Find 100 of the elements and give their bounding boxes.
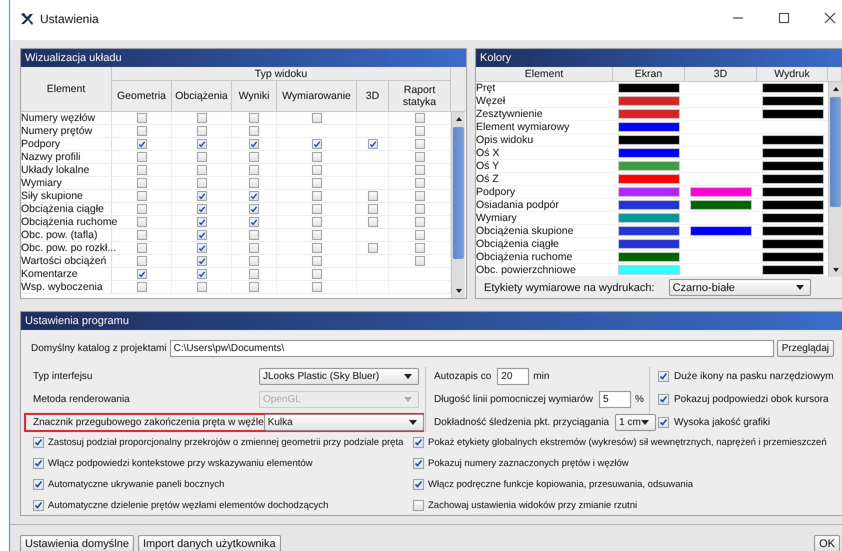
color-swatch[interactable]	[618, 148, 680, 158]
checkbox[interactable]	[414, 191, 424, 201]
checkbox[interactable]	[33, 500, 44, 511]
checkbox[interactable]	[136, 243, 146, 253]
checkbox[interactable]	[136, 152, 146, 162]
color-swatch[interactable]	[690, 200, 752, 210]
checkbox[interactable]	[136, 217, 146, 227]
color-swatch[interactable]	[762, 148, 824, 158]
color-swatch[interactable]	[762, 265, 824, 275]
checkbox[interactable]	[414, 230, 424, 240]
checkbox[interactable]	[414, 204, 424, 214]
color-swatch[interactable]	[618, 135, 680, 145]
checkbox[interactable]	[196, 165, 206, 175]
checkbox[interactable]	[312, 165, 322, 175]
dropdown[interactable]: 1 cm	[615, 414, 656, 431]
checkbox[interactable]	[414, 178, 424, 188]
scrollbar[interactable]	[828, 82, 842, 277]
color-swatch[interactable]	[762, 174, 824, 184]
checkbox[interactable]	[196, 139, 206, 149]
checkbox[interactable]	[312, 191, 322, 201]
color-swatch[interactable]	[762, 213, 824, 223]
checkbox[interactable]	[312, 178, 322, 188]
checkbox[interactable]	[196, 243, 206, 253]
import-button[interactable]: Import danych użytkownika	[138, 535, 281, 551]
color-swatch[interactable]	[618, 265, 680, 275]
checkbox[interactable]	[196, 204, 206, 214]
checkbox[interactable]	[33, 479, 44, 490]
color-swatch[interactable]	[762, 239, 824, 249]
color-swatch[interactable]	[762, 187, 824, 197]
checkbox[interactable]	[413, 500, 424, 511]
checkbox[interactable]	[196, 152, 206, 162]
checkbox[interactable]	[414, 152, 424, 162]
color-swatch[interactable]	[618, 200, 680, 210]
ok-button[interactable]: OK	[814, 535, 840, 551]
color-swatch[interactable]	[618, 174, 680, 184]
dropdown[interactable]: Kulka	[264, 414, 424, 431]
checkbox[interactable]	[368, 139, 378, 149]
checkbox[interactable]	[196, 113, 206, 123]
close-icon[interactable]	[824, 12, 836, 24]
checkbox[interactable]	[658, 371, 669, 382]
defaults-button[interactable]: Ustawienia domyślne	[20, 535, 134, 551]
checkbox[interactable]	[136, 139, 146, 149]
checkbox[interactable]	[312, 113, 322, 123]
checkbox[interactable]	[249, 256, 259, 266]
checkbox[interactable]	[414, 139, 424, 149]
checkbox[interactable]	[312, 139, 322, 149]
checkbox[interactable]	[413, 458, 424, 469]
checkbox[interactable]	[312, 217, 322, 227]
checkbox[interactable]	[312, 204, 322, 214]
checkbox[interactable]	[136, 126, 146, 136]
checkbox[interactable]	[136, 165, 146, 175]
color-swatch[interactable]	[690, 187, 752, 197]
color-swatch[interactable]	[618, 109, 680, 119]
checkbox[interactable]	[196, 126, 206, 136]
checkbox[interactable]	[414, 243, 424, 253]
color-swatch[interactable]	[762, 109, 824, 119]
checkbox[interactable]	[312, 269, 322, 279]
color-swatch[interactable]	[618, 213, 680, 223]
color-swatch[interactable]	[762, 252, 824, 262]
checkbox[interactable]	[196, 178, 206, 188]
checkbox[interactable]	[249, 230, 259, 240]
checkbox[interactable]	[249, 139, 259, 149]
checkbox[interactable]	[413, 437, 424, 448]
checkbox[interactable]	[249, 191, 259, 201]
dropdown[interactable]: JLooks Plastic (Sky Bluer)	[259, 368, 419, 385]
checkbox[interactable]	[368, 217, 378, 227]
checkbox[interactable]	[249, 178, 259, 188]
dropdown[interactable]: Czarno-białe	[668, 279, 811, 296]
checkbox[interactable]	[312, 152, 322, 162]
checkbox[interactable]	[249, 113, 259, 123]
checkbox[interactable]	[368, 243, 378, 253]
checkbox[interactable]	[33, 458, 44, 469]
color-swatch[interactable]	[762, 200, 824, 210]
checkbox[interactable]	[249, 282, 259, 292]
color-swatch[interactable]	[690, 226, 752, 236]
checkbox[interactable]	[249, 243, 259, 253]
checkbox[interactable]	[368, 204, 378, 214]
browse-button[interactable]: Przeglądaj	[776, 340, 834, 357]
checkbox[interactable]	[312, 243, 322, 253]
number-field[interactable]: 5	[598, 391, 631, 408]
checkbox[interactable]	[368, 191, 378, 201]
checkbox[interactable]	[136, 191, 146, 201]
path-field[interactable]: C:\Users\pw\Documents\	[170, 340, 774, 357]
checkbox[interactable]	[196, 191, 206, 201]
checkbox[interactable]	[196, 230, 206, 240]
color-swatch[interactable]	[618, 226, 680, 236]
checkbox[interactable]	[196, 282, 206, 292]
checkbox[interactable]	[414, 126, 424, 136]
checkbox[interactable]	[249, 269, 259, 279]
color-swatch[interactable]	[762, 96, 824, 106]
checkbox[interactable]	[414, 256, 424, 266]
color-swatch[interactable]	[618, 83, 680, 93]
checkbox[interactable]	[196, 269, 206, 279]
color-swatch[interactable]	[618, 252, 680, 262]
color-swatch[interactable]	[762, 83, 824, 93]
color-swatch[interactable]	[618, 161, 680, 171]
color-swatch[interactable]	[618, 187, 680, 197]
checkbox[interactable]	[249, 165, 259, 175]
color-swatch[interactable]	[762, 135, 824, 145]
checkbox[interactable]	[658, 417, 669, 428]
